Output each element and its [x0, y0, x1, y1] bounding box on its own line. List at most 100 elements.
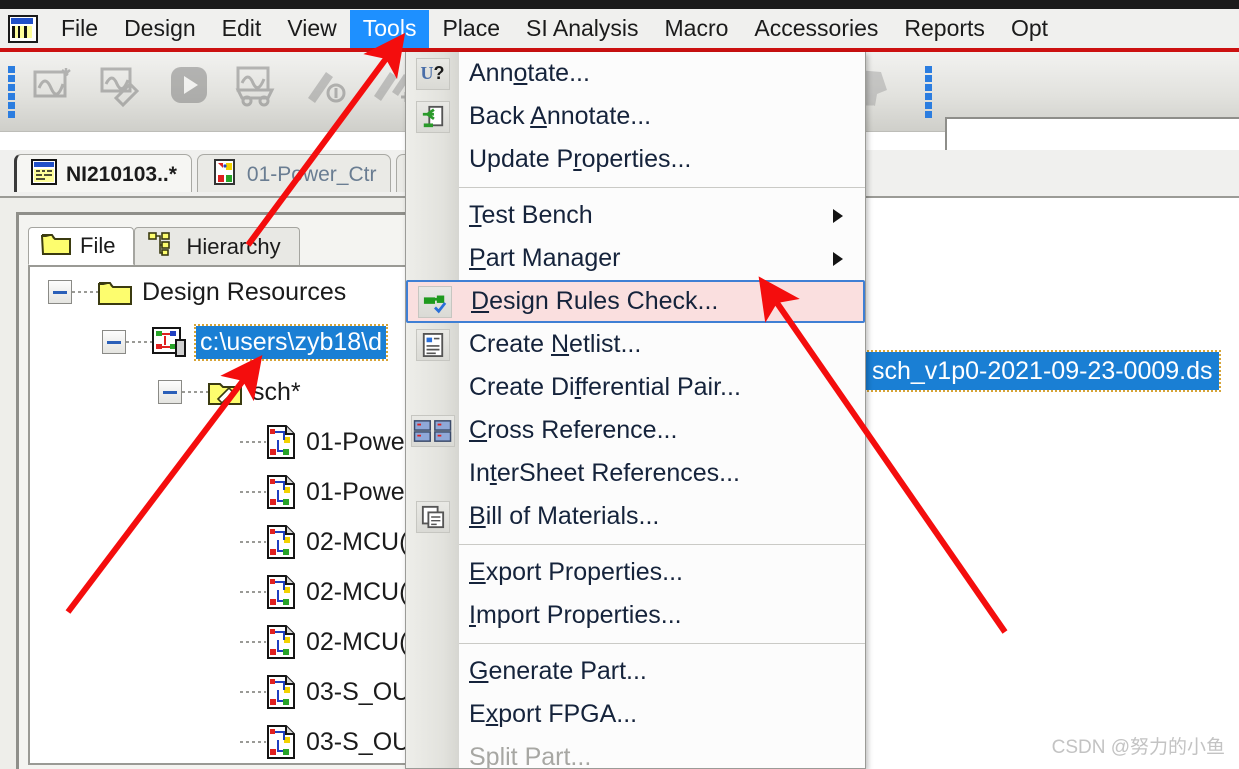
tree-collapse-toggle[interactable]	[158, 380, 182, 404]
menu-macro[interactable]: Macro	[652, 10, 742, 48]
menu-item-import-properties[interactable]: Import Properties...	[406, 594, 865, 637]
menu-item-icon-slot: U?	[406, 57, 459, 90]
menu-item-export-fpga[interactable]: Export FPGA...	[406, 693, 865, 736]
menu-item-label: Export FPGA...	[469, 700, 638, 728]
schematic-page-icon	[266, 725, 296, 759]
doc-tab-label: NI210103..*	[66, 162, 177, 186]
work-area-right-blank	[866, 198, 1239, 769]
menu-separator	[459, 187, 865, 188]
doc-tab-1[interactable]: 01-Power_Ctr	[196, 154, 392, 194]
tree-item-label: sch*	[252, 377, 301, 406]
tree-connector-line	[240, 491, 266, 493]
tree-item-label: 02-MCU(	[306, 527, 408, 556]
menu-item-icon-slot	[406, 243, 459, 275]
menu-item-label: Create Differential Pair...	[469, 373, 741, 401]
new-simulation-profile-icon[interactable]	[30, 62, 76, 108]
menu-icon-empty	[416, 458, 450, 490]
menu-icon-empty	[416, 144, 450, 176]
menu-icon-empty	[416, 699, 450, 731]
tree-collapse-toggle[interactable]	[102, 330, 126, 354]
view-simulation-results-icon[interactable]	[234, 62, 280, 108]
menu-tools[interactable]: Tools	[349, 9, 430, 48]
menu-edit[interactable]: Edit	[209, 10, 275, 48]
menu-item-bill-of-materials[interactable]: Bill of Materials...	[406, 495, 865, 538]
menu-item-icon-slot	[406, 458, 459, 490]
menu-view[interactable]: View	[274, 10, 349, 48]
voltage-probe-icon[interactable]	[302, 62, 348, 108]
menu-icon-empty	[416, 656, 450, 688]
edit-simulation-profile-icon[interactable]	[98, 62, 144, 108]
hierarchy-icon	[147, 231, 177, 262]
menu-opt[interactable]: Opt	[998, 10, 1061, 48]
menu-design[interactable]: Design	[111, 10, 209, 48]
menu-item-icon-slot	[406, 656, 459, 688]
menu-file[interactable]: File	[48, 10, 111, 48]
menu-item-icon-slot	[406, 500, 459, 533]
menu-icon-empty	[416, 600, 450, 632]
menu-item-design-rules-check[interactable]: Design Rules Check...	[406, 280, 865, 323]
toolbar-grip-left[interactable]	[8, 66, 17, 118]
menu-place[interactable]: Place	[429, 10, 513, 48]
menu-icon-empty	[416, 372, 450, 404]
menu-item-part-manager[interactable]: Part Manager	[406, 237, 865, 280]
project-view-tab-file[interactable]: File	[28, 227, 135, 265]
menu-item-icon-slot	[408, 285, 461, 318]
schematic-page-icon	[266, 675, 296, 709]
schematic-page-icon	[266, 575, 296, 609]
menu-item-label: Back Annotate...	[469, 102, 652, 130]
menu-item-export-properties[interactable]: Export Properties...	[406, 551, 865, 594]
menu-item-label: Create Netlist...	[469, 330, 642, 358]
tree-collapse-toggle[interactable]	[48, 280, 72, 304]
bom-icon	[415, 500, 450, 533]
back-annotate-icon	[415, 100, 450, 133]
schematic-page-icon	[266, 425, 296, 459]
folder-icon	[40, 231, 71, 262]
doc-tab-0[interactable]: NI210103..*	[14, 154, 192, 194]
menu-icon-empty	[416, 200, 450, 232]
menu-si-analysis[interactable]: SI Analysis	[513, 10, 652, 48]
menu-item-icon-slot	[406, 414, 459, 447]
title-bar-strip	[0, 0, 1239, 9]
menu-reports[interactable]: Reports	[891, 10, 998, 48]
menu-item-cross-reference[interactable]: Cross Reference...	[406, 409, 865, 452]
menu-item-intersheet-references[interactable]: InterSheet References...	[406, 452, 865, 495]
menu-item-icon-slot	[406, 557, 459, 589]
menu-item-annotate[interactable]: U? Annotate...	[406, 52, 865, 95]
watermark: CSDN @努力的小鱼	[1051, 737, 1225, 758]
menu-item-create-netlist[interactable]: Create Netlist...	[406, 323, 865, 366]
tree-connector-line	[240, 441, 266, 443]
menu-item-label: Update Properties...	[469, 145, 692, 173]
menu-item-label: Export Properties...	[469, 558, 683, 586]
menu-item-icon-slot	[406, 100, 459, 133]
tree-item-label: 03-S_OU	[306, 677, 411, 706]
project-view-tab-label: File	[80, 233, 116, 258]
menu-item-create-differential-pair[interactable]: Create Differential Pair...	[406, 366, 865, 409]
menu-icon-empty	[416, 557, 450, 589]
tree-connector-line	[182, 391, 208, 393]
tree-connector-line	[240, 541, 266, 543]
tree-item-label: c:\users\zyb18\d	[193, 323, 389, 361]
menu-item-split-part[interactable]: Split Part...	[406, 736, 865, 769]
project-view-tab-hierarchy[interactable]: Hierarchy	[134, 227, 300, 265]
menu-item-generate-part[interactable]: Generate Part...	[406, 650, 865, 693]
folder-edit-icon	[208, 379, 242, 406]
tree-item-label: 01-Powe	[306, 477, 405, 506]
project-view-tabs: File Hierarchy	[28, 223, 300, 265]
application-window: File Design Edit View Tools Place SI Analysis M…	[0, 0, 1239, 769]
schematic-page-icon	[266, 475, 296, 509]
drc-icon	[417, 285, 452, 318]
menu-item-label: Annotate...	[469, 59, 590, 87]
menu-item-icon-slot	[406, 699, 459, 731]
schematic-page-icon	[266, 525, 296, 559]
tree-connector-line	[240, 641, 266, 643]
run-pspice-icon[interactable]	[166, 62, 212, 108]
menu-item-icon-slot	[406, 742, 459, 769]
menu-item-icon-slot	[406, 600, 459, 632]
menu-item-label: Cross Reference...	[469, 416, 678, 444]
menu-item-back-annotate[interactable]: Back Annotate...	[406, 95, 865, 138]
tree-connector-line	[126, 341, 152, 343]
menu-item-test-bench[interactable]: Test Bench	[406, 194, 865, 237]
menu-accessories[interactable]: Accessories	[741, 10, 891, 48]
netlist-icon	[415, 328, 450, 361]
menu-item-update-properties[interactable]: Update Properties...	[406, 138, 865, 181]
